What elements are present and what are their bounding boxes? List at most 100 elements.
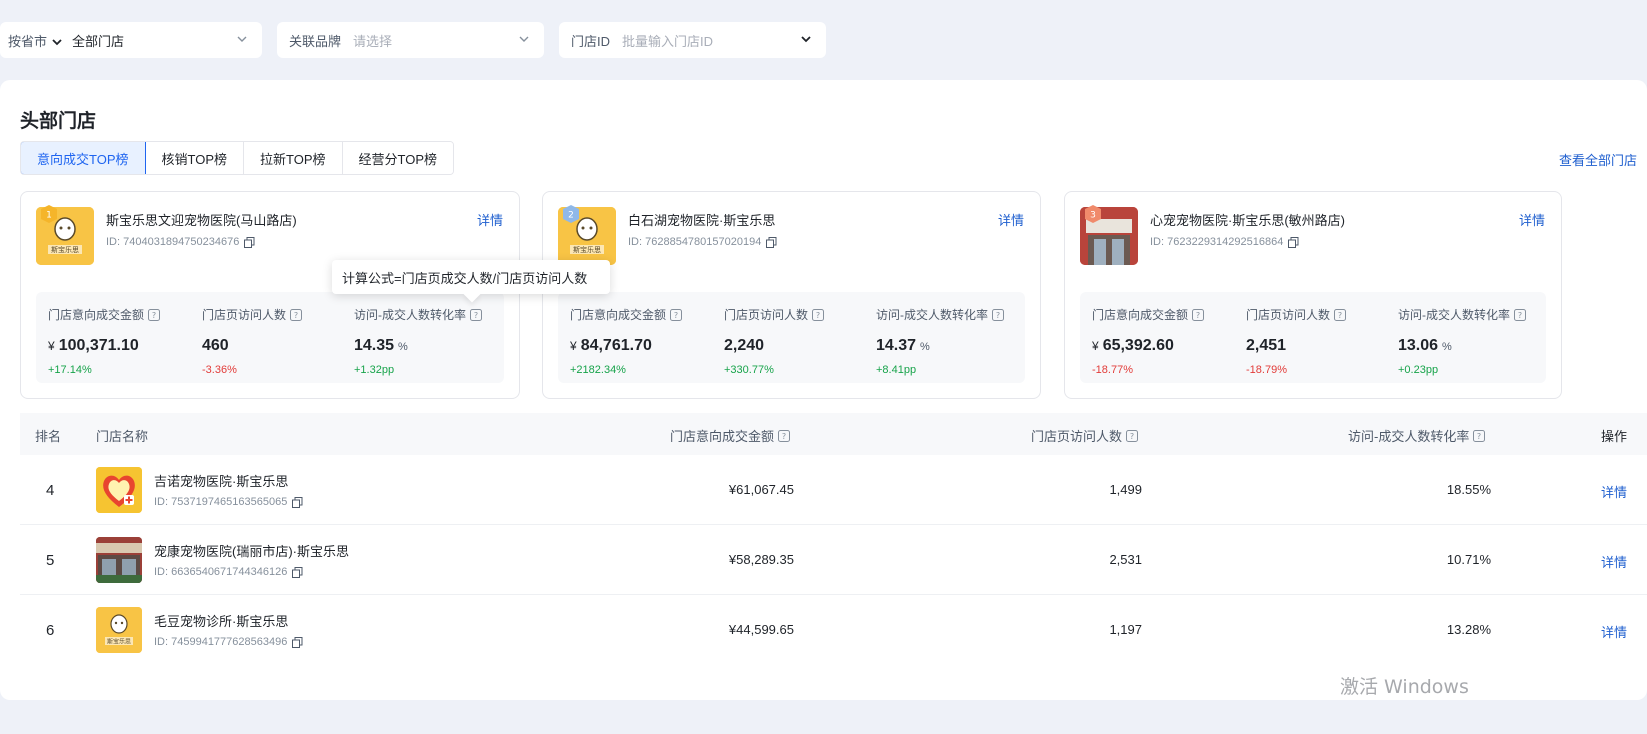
store-id-chevron-icon[interactable] — [800, 33, 812, 45]
windows-activation-watermark: 激活 Windows — [1340, 676, 1469, 698]
metric-delta: +8.41pp — [876, 364, 917, 376]
store-metrics: 门店意向成交金额? ¥84,761.70 +2182.34% 门店页访问人数? … — [558, 292, 1025, 383]
row-visitors: 2,531 — [1109, 552, 1142, 567]
col-store-name: 门店名称 — [96, 429, 149, 444]
store-chevron-icon[interactable] — [236, 33, 248, 45]
currency-symbol: ¥ — [570, 339, 577, 353]
help-icon[interactable]: ? — [148, 308, 161, 321]
col-amount-label: 门店意向成交金额 — [670, 429, 775, 444]
store-select-value[interactable]: 全部门店 — [60, 31, 124, 50]
store-id-input[interactable]: 批量输入门店ID — [610, 31, 713, 50]
svg-text:斯宝乐思: 斯宝乐思 — [573, 245, 601, 254]
col-visitors-label: 门店页访问人数 — [1031, 429, 1123, 444]
row-detail-link[interactable]: 详情 — [1601, 552, 1627, 571]
metric-amount: 门店意向成交金额? ¥84,761.70 +2182.34% — [570, 306, 683, 376]
metric-value: 2,451 — [1246, 337, 1287, 354]
ranking-tabs: 意向成交TOP榜 核销TOP榜 拉新TOP榜 经营分TOP榜 — [20, 141, 454, 175]
store-id: ID: 7623229314292516864 — [1150, 236, 1299, 248]
col-amount[interactable]: 门店意向成交金额 ? — [670, 426, 791, 445]
table-header: 排名 门店名称 门店意向成交金额 ? 门店页访问人数 ? 访问-成交人数转化率 … — [20, 413, 1647, 455]
tab-operation-score[interactable]: 经营分TOP榜 — [342, 142, 453, 174]
currency-symbol: ¥ — [48, 339, 55, 353]
store-logo — [96, 467, 142, 513]
row-visitors: 1,197 — [1109, 622, 1142, 637]
store-detail-link[interactable]: 详情 — [998, 210, 1024, 229]
table-row: 5 宠康宠物医院(瑞丽市店)·斯宝乐思 ID: 6636540671744346… — [20, 525, 1647, 595]
region-select-label[interactable]: 按省市 — [0, 31, 47, 50]
row-detail-link[interactable]: 详情 — [1601, 622, 1627, 641]
col-visitors[interactable]: 门店页访问人数 ? — [1031, 426, 1139, 445]
tab-new-customer[interactable]: 拉新TOP榜 — [244, 142, 343, 174]
col-conversion-label: 访问-成交人数转化率 — [1348, 429, 1470, 444]
help-icon[interactable]: ? — [470, 308, 482, 321]
svg-text:?: ? — [782, 432, 786, 441]
row-store-name: 吉诺宠物医院·斯宝乐思 — [154, 474, 289, 489]
svg-text:?: ? — [674, 311, 678, 320]
store-detail-link[interactable]: 详情 — [477, 210, 503, 229]
metric-delta: +17.14% — [48, 364, 92, 376]
metric-label: 门店页访问人数 — [202, 308, 287, 322]
store-detail-link[interactable]: 详情 — [1519, 210, 1545, 229]
help-icon[interactable]: ? — [1334, 308, 1347, 321]
store-id-text: ID: 7404031894750234676 — [106, 236, 240, 248]
region-store-filter[interactable]: 按省市 全部门店 — [0, 22, 262, 58]
row-conversion: 10.71% — [1446, 552, 1491, 567]
help-icon[interactable]: ? — [812, 308, 825, 321]
store-photo — [96, 537, 142, 583]
metric-value: 2,240 — [724, 337, 765, 354]
svg-text:?: ? — [474, 311, 478, 320]
store-id-filter[interactable]: 门店ID 批量输入门店ID — [559, 22, 826, 58]
copy-icon[interactable] — [766, 236, 777, 248]
copy-icon[interactable] — [244, 236, 255, 248]
row-conversion: 18.55% — [1446, 482, 1491, 497]
metric-label: 访问-成交人数转化率 — [876, 308, 988, 322]
col-rank: 排名 — [35, 429, 62, 444]
brand-chevron-icon[interactable] — [518, 33, 530, 45]
top-store-card-2: 斯宝乐思 2 白石湖宠物医院·斯宝乐思 ID: 7628854780157020… — [542, 191, 1041, 399]
row-store-name: 宠康宠物医院(瑞丽市店)·斯宝乐思 — [154, 544, 349, 559]
store-logo: 斯宝乐思 — [96, 607, 142, 653]
copy-icon[interactable] — [292, 566, 303, 578]
row-store-id: ID: 7537197465163565065 — [154, 496, 303, 508]
copy-icon[interactable] — [1288, 236, 1299, 248]
metric-delta: +0.23pp — [1398, 364, 1439, 376]
store-id: ID: 7404031894750234676 — [106, 236, 255, 248]
help-icon[interactable]: ? — [670, 308, 683, 321]
copy-icon[interactable] — [292, 636, 303, 648]
metric-conversion: 访问-成交人数转化率? 14.35% +1.32pp — [354, 306, 482, 376]
col-conversion[interactable]: 访问-成交人数转化率 ? — [1348, 426, 1486, 445]
help-icon[interactable]: ? — [290, 308, 303, 321]
metric-label: 门店意向成交金额 — [48, 308, 145, 322]
row-rank: 5 — [46, 552, 55, 569]
tab-redeem[interactable]: 核销TOP榜 — [145, 142, 244, 174]
help-icon[interactable]: ? — [1473, 429, 1486, 442]
currency-symbol: ¥ — [1092, 339, 1099, 353]
metric-value: 100,371.10 — [58, 337, 139, 354]
metric-value: 460 — [202, 337, 229, 354]
brand-filter[interactable]: 关联品牌 请选择 — [277, 22, 544, 58]
svg-text:2: 2 — [568, 211, 574, 221]
region-chevron-icon[interactable] — [51, 36, 62, 45]
row-store-id: ID: 7459941777628563496 — [154, 636, 303, 648]
metric-label: 访问-成交人数转化率 — [354, 308, 466, 322]
metric-value: 84,761.70 — [580, 337, 652, 354]
help-icon[interactable]: ? — [1192, 308, 1205, 321]
brand-select-input[interactable]: 请选择 — [341, 31, 392, 50]
metric-label: 门店意向成交金额 — [1092, 308, 1189, 322]
svg-text:?: ? — [1196, 311, 1200, 320]
help-icon[interactable]: ? — [992, 308, 1004, 321]
help-icon[interactable]: ? — [1126, 429, 1139, 442]
store-id-text: ID: 7623229314292516864 — [1150, 236, 1284, 248]
store-name: 白石湖宠物医院·斯宝乐思 — [628, 213, 776, 228]
help-icon[interactable]: ? — [778, 429, 791, 442]
help-icon[interactable]: ? — [1514, 308, 1526, 321]
row-detail-link[interactable]: 详情 — [1601, 482, 1627, 501]
view-all-stores-link[interactable]: 查看全部门店 — [1559, 150, 1637, 169]
tab-intent-deal[interactable]: 意向成交TOP榜 — [21, 142, 146, 174]
store-metrics: 门店意向成交金额? ¥65,392.60 -18.77% 门店页访问人数? 2,… — [1080, 292, 1546, 383]
row-conversion: 13.28% — [1446, 622, 1491, 637]
metric-visitors: 门店页访问人数? 2,240 +330.77% — [724, 306, 825, 376]
row-store-id-text: ID: 7537197465163565065 — [154, 496, 288, 508]
metric-label: 门店页访问人数 — [1246, 308, 1331, 322]
copy-icon[interactable] — [292, 496, 303, 508]
